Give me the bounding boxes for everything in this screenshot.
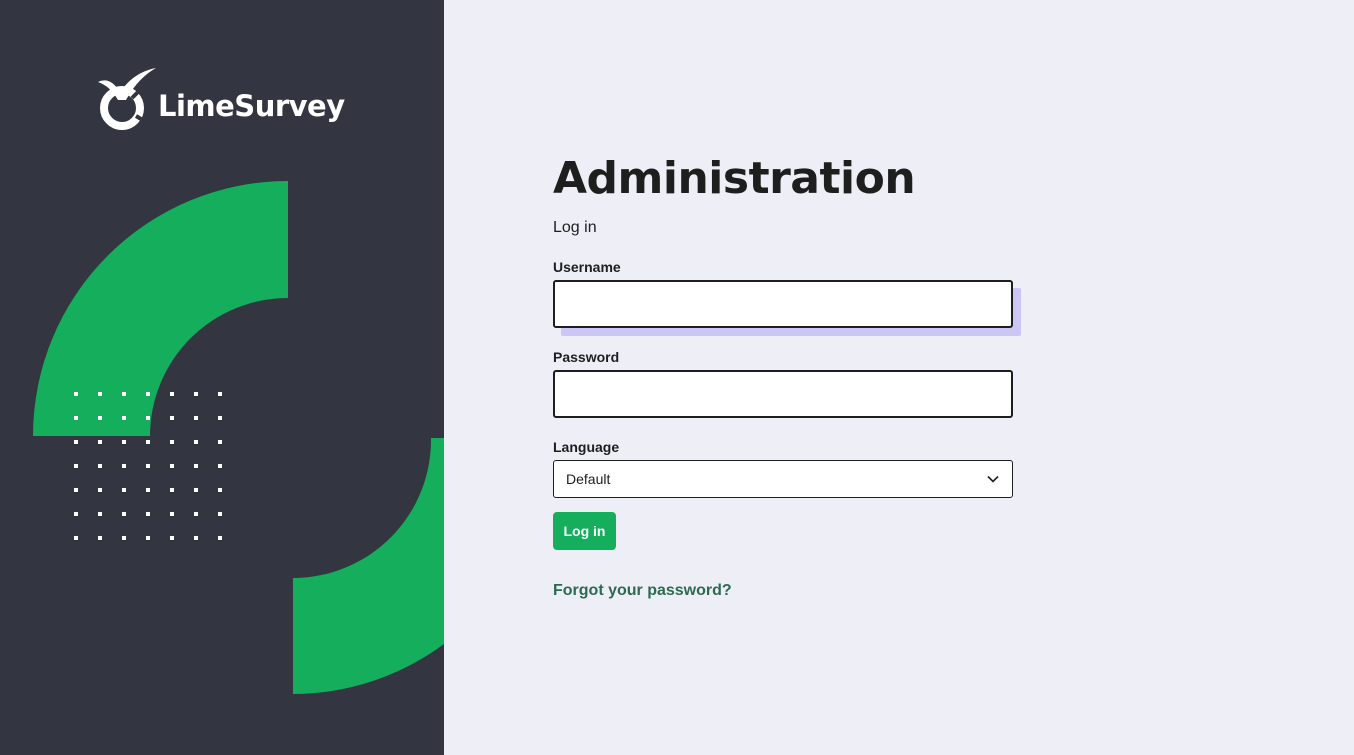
grid-dot (122, 536, 126, 540)
login-panel: Administration Log in Username Password … (444, 0, 1354, 755)
grid-dot (218, 416, 222, 420)
grid-dot (98, 512, 102, 516)
grid-dot (146, 536, 150, 540)
language-label: Language (553, 439, 620, 455)
grid-dot (146, 416, 150, 420)
grid-dot (122, 416, 126, 420)
password-input[interactable] (553, 370, 1013, 418)
grid-dot (170, 536, 174, 540)
grid-dot (146, 392, 150, 396)
grid-dot (74, 488, 78, 492)
grid-dot (98, 536, 102, 540)
grid-dot (146, 464, 150, 468)
grid-dot (98, 416, 102, 420)
grid-dot (218, 488, 222, 492)
grid-dot (194, 512, 198, 516)
login-button[interactable]: Log in (553, 512, 616, 550)
grid-dot (146, 512, 150, 516)
language-selected-value: Default (566, 471, 611, 487)
forgot-password-link[interactable]: Forgot your password? (553, 581, 732, 601)
grid-dot (194, 416, 198, 420)
grid-dot (74, 464, 78, 468)
grid-dot (170, 392, 174, 396)
language-select[interactable]: Default (553, 460, 1013, 498)
grid-dot (146, 440, 150, 444)
grid-dot (98, 488, 102, 492)
password-label: Password (553, 349, 620, 365)
grid-dot (218, 536, 222, 540)
grid-dot (122, 392, 126, 396)
grid-dot (98, 392, 102, 396)
grid-dot (218, 392, 222, 396)
username-label: Username (553, 259, 621, 275)
grid-dot (74, 536, 78, 540)
username-field-wrapper (553, 280, 1021, 336)
grid-dot (170, 416, 174, 420)
grid-dot (194, 392, 198, 396)
username-input[interactable] (553, 280, 1013, 328)
grid-dot (74, 392, 78, 396)
grid-dot (122, 440, 126, 444)
grid-dot (218, 512, 222, 516)
grid-dot (146, 488, 150, 492)
grid-dot (74, 440, 78, 444)
grid-dot (194, 488, 198, 492)
grid-dot (170, 440, 174, 444)
lower-arc-shape (293, 438, 444, 694)
grid-dot (98, 440, 102, 444)
grid-dot (74, 416, 78, 420)
grid-dot (122, 488, 126, 492)
logo-text: LimeSurvey (158, 89, 345, 123)
upper-arc-shape (33, 181, 288, 436)
grid-dot (194, 440, 198, 444)
grid-dot (74, 512, 78, 516)
grid-dot (218, 440, 222, 444)
brand-panel: LimeSurvey (0, 0, 444, 755)
page-subtitle: Log in (553, 219, 597, 236)
limesurvey-logo-icon (98, 68, 156, 130)
grid-dot (122, 512, 126, 516)
grid-dot (194, 536, 198, 540)
grid-dot (218, 464, 222, 468)
page-title: Administration (553, 153, 916, 204)
grid-dot (170, 512, 174, 516)
password-field-wrapper (553, 370, 1013, 418)
chevron-down-icon (987, 475, 999, 483)
grid-dot (170, 488, 174, 492)
grid-dot (98, 464, 102, 468)
logo: LimeSurvey (96, 66, 345, 136)
grid-dot (194, 464, 198, 468)
grid-dot (170, 464, 174, 468)
login-form: Administration Log in Username Password … (553, 152, 1021, 601)
grid-dot (122, 464, 126, 468)
